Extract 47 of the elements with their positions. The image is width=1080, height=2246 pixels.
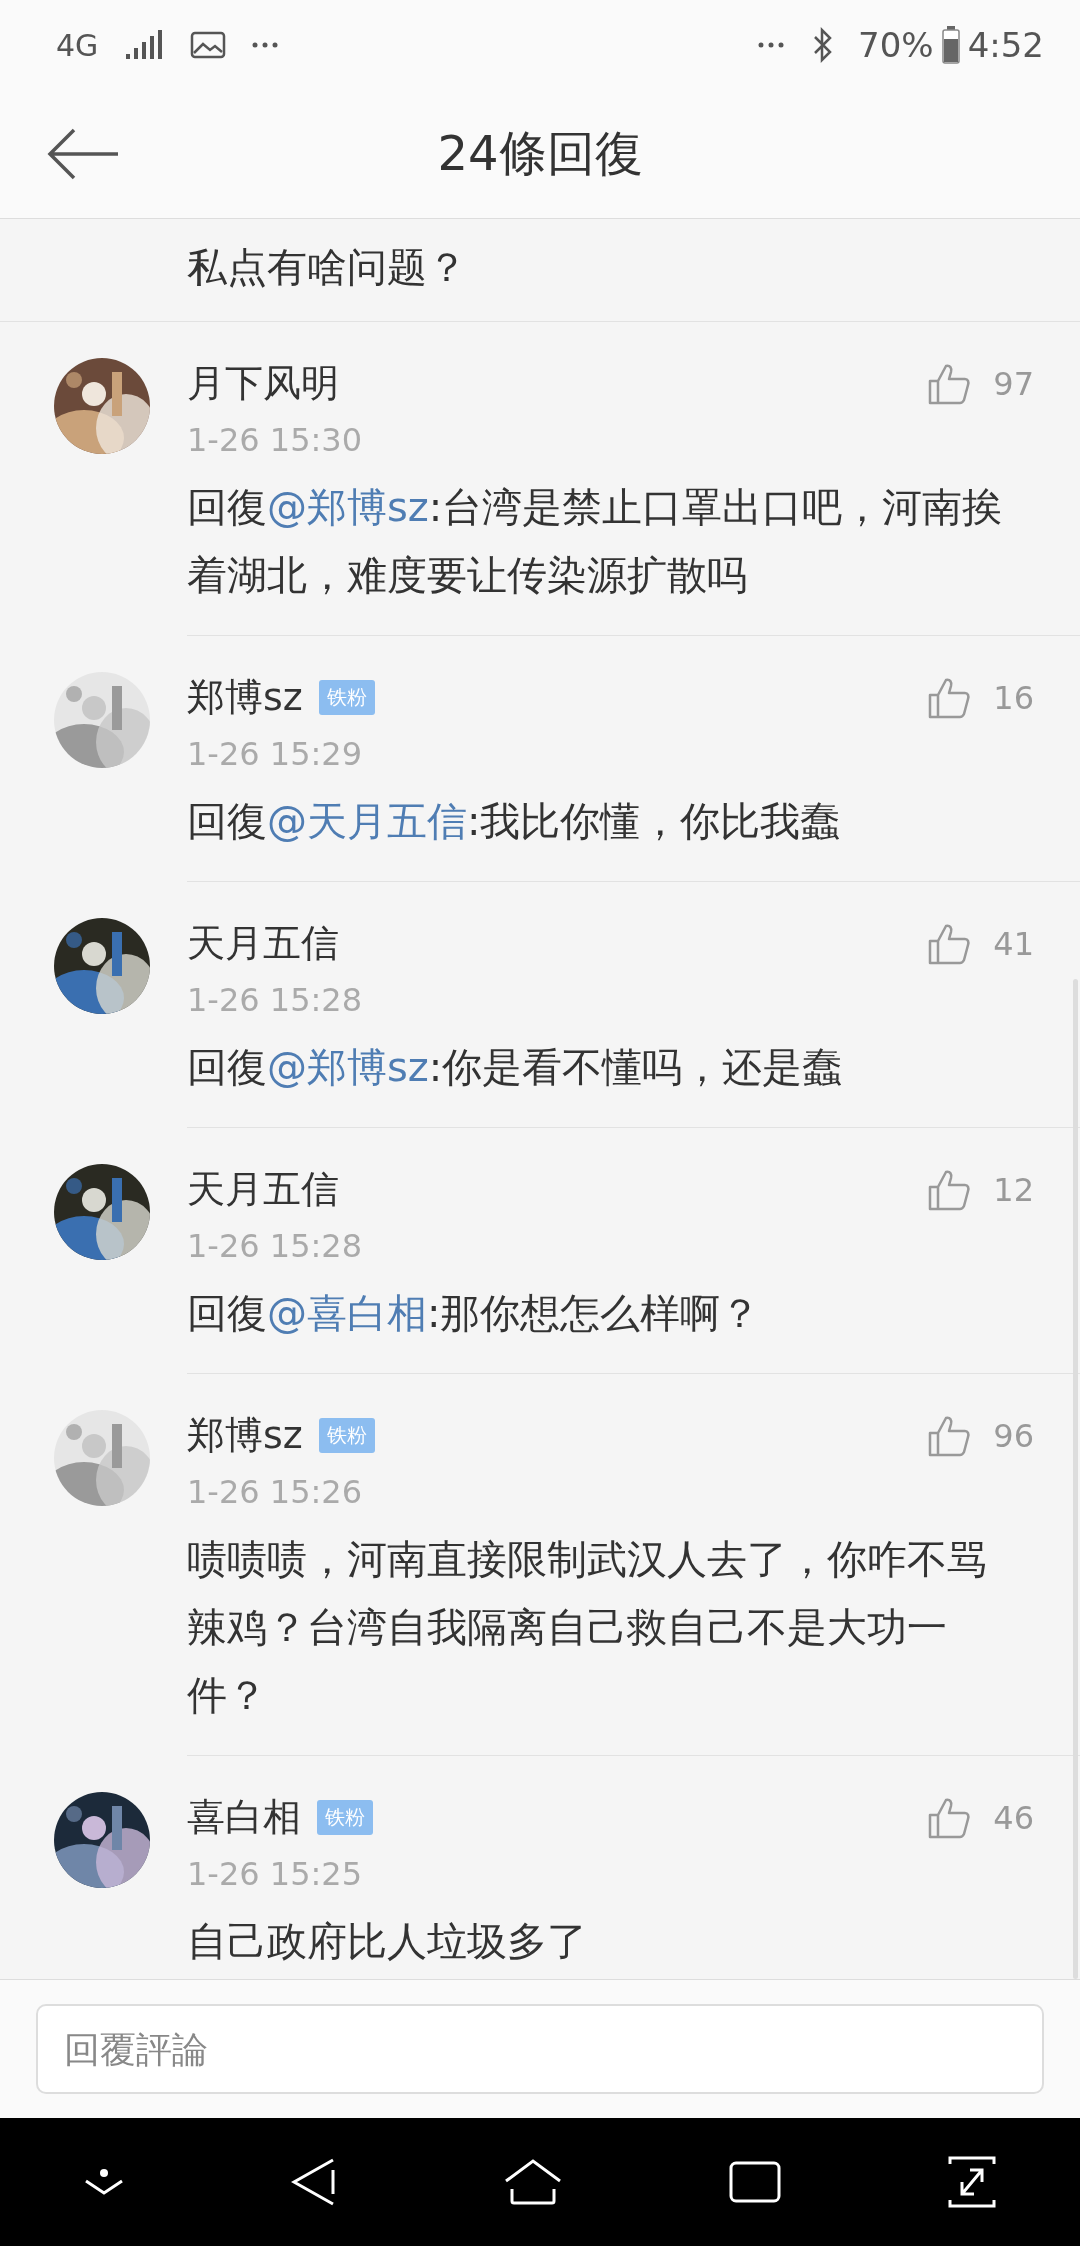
fan-badge: 铁粉	[317, 1800, 373, 1835]
comment-time: 1-26 15:29	[187, 735, 363, 773]
hide-keyboard-icon[interactable]	[83, 2167, 124, 2197]
comment-text: 回復@郑博sz:你是看不懂吗，还是蠢	[187, 1043, 844, 1092]
recent-apps-icon[interactable]	[729, 2161, 782, 2203]
page-title: 24條回復	[437, 124, 643, 183]
comment-text: 回復@郑博sz:台湾是禁止口罩出口吧，河南挨着湖北，难度要让传染源扩散吗	[187, 483, 1004, 600]
like-count: 16	[993, 678, 1034, 717]
user-name[interactable]: 喜白相	[187, 1792, 301, 1843]
clock: 4:52	[967, 25, 1044, 65]
reply-input-field[interactable]: 回覆評論	[36, 2004, 1044, 2094]
fan-badge: 铁粉	[318, 680, 375, 715]
comment-text: 自己政府比人垃圾多了	[187, 1917, 588, 1966]
user-name[interactable]: 天月五信	[187, 1164, 339, 1215]
comment-time: 1-26 15:28	[187, 981, 363, 1019]
user-name[interactable]: 月下风明	[187, 358, 339, 409]
more-icon	[252, 42, 279, 48]
user-name[interactable]: 郑博sz	[187, 672, 303, 723]
back-nav-icon[interactable]	[290, 2158, 337, 2206]
comment-time: 1-26 15:26	[187, 1473, 363, 1511]
like-count: 97	[993, 364, 1034, 403]
image-icon	[190, 31, 227, 59]
mention-link[interactable]: @郑博sz	[267, 484, 429, 530]
like-count: 41	[993, 924, 1034, 963]
comment-time: 1-26 15:28	[187, 1227, 363, 1265]
user-name[interactable]: 郑博sz	[187, 1410, 303, 1461]
home-icon[interactable]	[503, 2159, 562, 2205]
like-count: 46	[993, 1798, 1034, 1837]
comment-time: 1-26 15:30	[187, 421, 363, 459]
like-count: 12	[993, 1170, 1034, 1209]
mention-link[interactable]: @郑博sz	[267, 1044, 429, 1090]
like-count: 96	[993, 1416, 1034, 1455]
network-type-label: 4G	[56, 27, 99, 63]
signal-icon	[124, 30, 165, 60]
battery-icon	[941, 26, 960, 64]
comment-text: 私点有啥问题？	[187, 243, 468, 292]
fan-badge: 铁粉	[318, 1418, 375, 1453]
user-name[interactable]: 天月五信	[187, 918, 339, 969]
battery-percent: 70%	[858, 25, 934, 65]
comment-text: 回復@天月五信:我比你懂，你比我蠢	[187, 797, 842, 846]
comment-time: 1-26 15:25	[187, 1855, 363, 1893]
more-icon	[758, 42, 785, 48]
expand-icon[interactable]	[948, 2154, 997, 2210]
comment-text: 回復@喜白相:那你想怎么样啊？	[187, 1289, 762, 1338]
mention-link[interactable]: @喜白相	[267, 1290, 427, 1336]
mention-link[interactable]: @天月五信	[267, 798, 467, 844]
comment-text: 啧啧啧，河南直接限制武汉人去了，你咋不骂辣鸡？台湾自我隔离自己救自己不是大功一件？	[187, 1535, 988, 1720]
